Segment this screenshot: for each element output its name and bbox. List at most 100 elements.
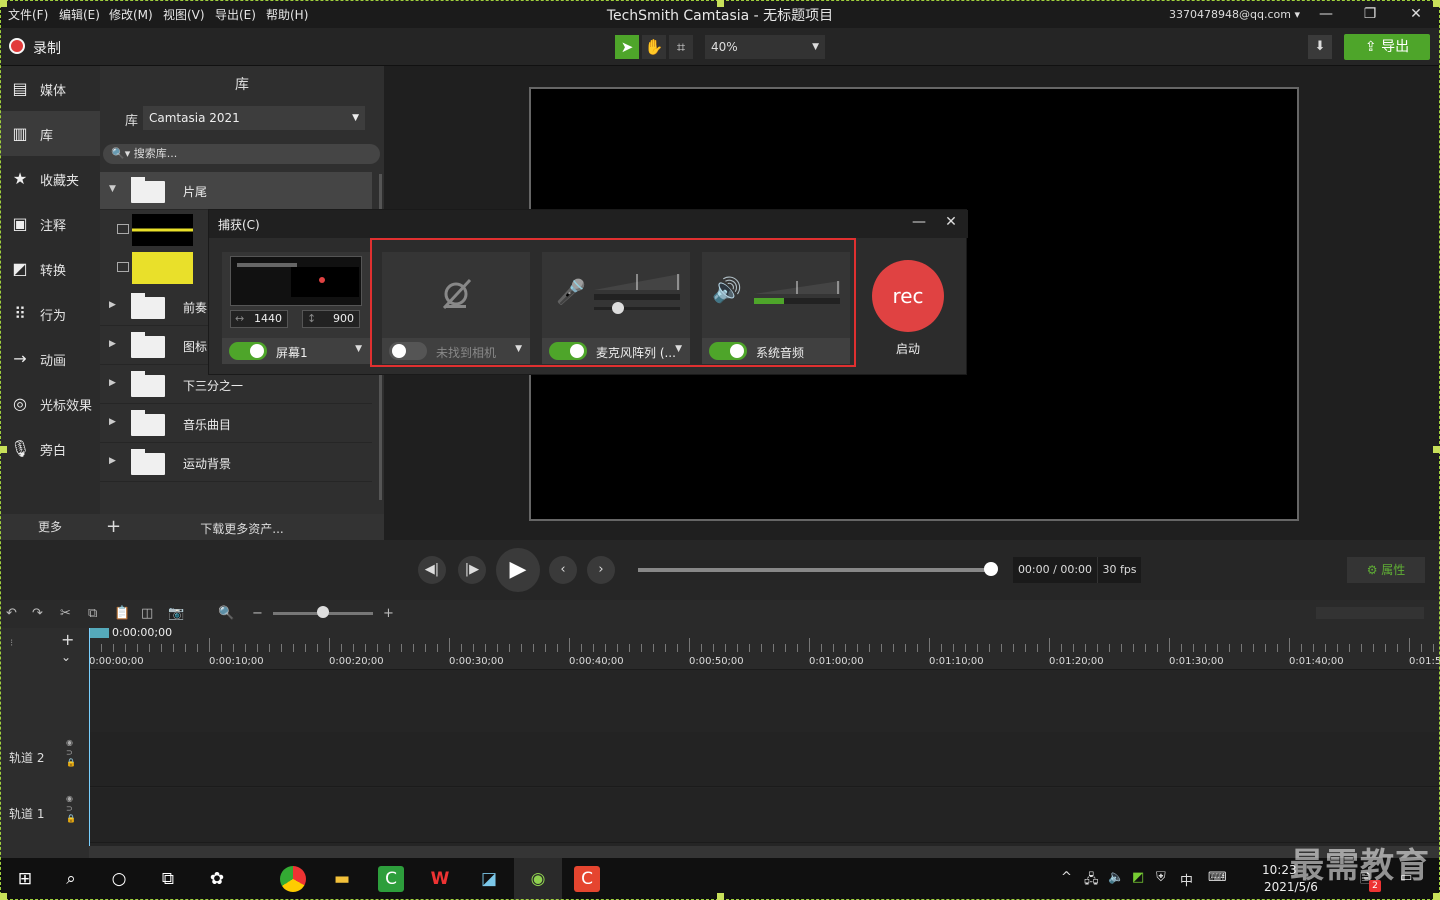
resize-handle[interactable] (0, 893, 7, 900)
track-2[interactable] (89, 732, 1440, 787)
cut-icon[interactable]: ✂ (60, 606, 71, 621)
keyboard-icon[interactable]: ⌨ (1208, 870, 1227, 885)
copy-icon[interactable]: ⧉ (88, 606, 97, 621)
menu-modify[interactable]: 修改(M) (109, 6, 153, 23)
height-field[interactable]: ↕ 900 (302, 310, 360, 328)
select-tool-icon[interactable]: ➤ (615, 35, 639, 59)
sidebar-item-animations[interactable]: → 动画 (0, 336, 100, 381)
record-button[interactable]: 录制 (33, 38, 61, 58)
timeline-overview-scrollbar[interactable] (1316, 607, 1424, 619)
windows-start-icon[interactable]: ⊞ (12, 866, 38, 892)
next-icon[interactable]: › (587, 556, 615, 584)
eye-icon[interactable]: ◉ ⊃ 🔒 (66, 794, 76, 824)
search-icon[interactable]: ⌕ (58, 866, 84, 892)
library-folder[interactable]: ▶ 运动背景 (100, 444, 372, 482)
menu-file[interactable]: 文件(F) (8, 6, 48, 23)
add-track-icon[interactable]: + (61, 630, 74, 649)
ime-indicator[interactable]: 中 (1180, 870, 1193, 889)
crop-tool-icon[interactable]: ⌗ (669, 35, 693, 59)
sidebar-item-behaviors[interactable]: ⠿ 行为 (0, 291, 100, 336)
step-forward-icon[interactable]: |▶ (458, 556, 486, 584)
zoom-out-icon[interactable]: − (252, 606, 263, 621)
account-menu[interactable]: 3370478948@qq.com ▾ (1169, 8, 1300, 21)
resize-handle[interactable] (0, 0, 7, 7)
pinwheel-app-icon[interactable]: ✿ (204, 866, 230, 892)
library-folder[interactable]: ▶ 音乐曲目 (100, 405, 372, 443)
wps-icon[interactable]: W (427, 866, 453, 892)
snapshot-icon[interactable]: 📷 (168, 606, 184, 621)
security-icon[interactable]: ⛨ (1156, 870, 1166, 885)
camtasia-icon[interactable]: C (574, 866, 600, 892)
playhead-handle[interactable] (89, 628, 109, 638)
task-view-icon[interactable]: ⧉ (155, 866, 181, 892)
close-icon[interactable]: ✕ (941, 214, 961, 234)
cortana-icon[interactable]: ○ (106, 866, 132, 892)
capture-title-bar[interactable]: 捕获(C) — ✕ (209, 210, 968, 238)
network-icon[interactable]: 🖧 (1084, 870, 1099, 892)
screen-toggle[interactable] (229, 342, 267, 360)
timeline-zoom-handle[interactable] (317, 606, 329, 618)
menu-export[interactable]: 导出(E) (215, 6, 256, 23)
chevron-up-icon[interactable]: ^ (1061, 870, 1072, 885)
sidebar-item-favorites[interactable]: ★ 收藏夹 (0, 156, 100, 201)
timeline-ruler[interactable]: 0:00:00;00 0:00:10;00 0:00:20;00 0:00:30… (89, 628, 1440, 670)
properties-button[interactable]: ⚙ 属性 (1347, 557, 1425, 583)
record-icon[interactable] (9, 38, 25, 54)
library-folder[interactable]: ▼ 片尾 (100, 172, 372, 210)
watermelon-app-icon[interactable]: ◉ (525, 866, 551, 892)
resize-handle[interactable] (1433, 0, 1440, 7)
undo-icon[interactable]: ↶ (6, 606, 17, 621)
timeline-horizontal-scrollbar[interactable] (89, 846, 1440, 858)
resize-handle[interactable] (717, 0, 724, 7)
scrub-bar[interactable] (638, 568, 992, 572)
restore-button[interactable]: ❐ (1356, 4, 1384, 24)
chrome-icon[interactable] (280, 866, 306, 892)
menu-view[interactable]: 视图(V) (163, 6, 205, 23)
redo-icon[interactable]: ↷ (32, 606, 43, 621)
zoom-select[interactable]: 40% ▼ (705, 35, 825, 59)
camtasia-recorder-icon[interactable]: C (378, 866, 404, 892)
sidebar-item-library[interactable]: ▥ 库 (0, 111, 100, 156)
sidebar-item-media[interactable]: ▤ 媒体 (0, 66, 100, 111)
zoom-in-icon[interactable]: + (383, 606, 394, 621)
screen-select[interactable]: 屏幕1 ▼ (222, 338, 370, 364)
chevron-down-icon[interactable]: ⌄ (61, 650, 71, 664)
minimize-icon[interactable]: — (909, 214, 929, 234)
magnet-icon[interactable]: ⁝ (10, 638, 13, 649)
volume-icon[interactable]: 🔈 (1108, 870, 1124, 885)
download-more-assets-link[interactable]: 下载更多资产... (100, 520, 384, 537)
sidebar-item-transitions[interactable]: ◩ 转换 (0, 246, 100, 291)
resize-handle[interactable] (0, 446, 7, 453)
resize-handle[interactable] (1433, 893, 1440, 900)
step-back-icon[interactable]: ◀| (418, 556, 446, 584)
sidebar-item-voice-narration[interactable]: 🎙 旁白 (0, 426, 100, 471)
export-button[interactable]: ⇪ 导出 (1344, 34, 1430, 60)
resize-handle[interactable] (1433, 446, 1440, 453)
sidebar-item-cursor-effects[interactable]: ◎ 光标效果 (0, 381, 100, 426)
library-clip[interactable] (100, 210, 210, 250)
scrub-handle[interactable] (984, 562, 998, 576)
download-icon[interactable]: ⬇ (1308, 35, 1332, 59)
minimize-button[interactable]: — (1312, 4, 1340, 24)
close-button[interactable]: ✕ (1402, 4, 1430, 24)
eye-icon[interactable]: ◉ ⊃ 🔒 (66, 738, 76, 768)
track-1[interactable] (89, 788, 1440, 843)
library-search-input[interactable]: 🔍▾ 搜索库... (103, 144, 380, 164)
split-icon[interactable]: ◫ (141, 606, 153, 621)
more-button[interactable]: 更多 (0, 514, 100, 540)
width-field[interactable]: ↔ 1440 (230, 310, 288, 328)
nvidia-icon[interactable]: ◩ (1132, 870, 1144, 885)
menu-edit[interactable]: 编辑(E) (59, 6, 100, 23)
pan-tool-icon[interactable]: ✋ (642, 35, 666, 59)
file-explorer-icon[interactable]: ▬ (329, 866, 355, 892)
notepad-icon[interactable]: ◪ (476, 866, 502, 892)
sidebar-item-annotations[interactable]: ▣ 注释 (0, 201, 100, 246)
play-button[interactable]: ▶ (496, 548, 540, 592)
previous-icon[interactable]: ‹ (549, 556, 577, 584)
library-clip[interactable] (100, 248, 210, 288)
rec-button[interactable]: rec (872, 260, 944, 332)
menu-help[interactable]: 帮助(H) (266, 6, 308, 23)
library-select[interactable]: Camtasia 2021 ▼ (143, 106, 365, 130)
resize-handle[interactable] (717, 893, 724, 900)
paste-icon[interactable]: 📋 (114, 606, 130, 621)
